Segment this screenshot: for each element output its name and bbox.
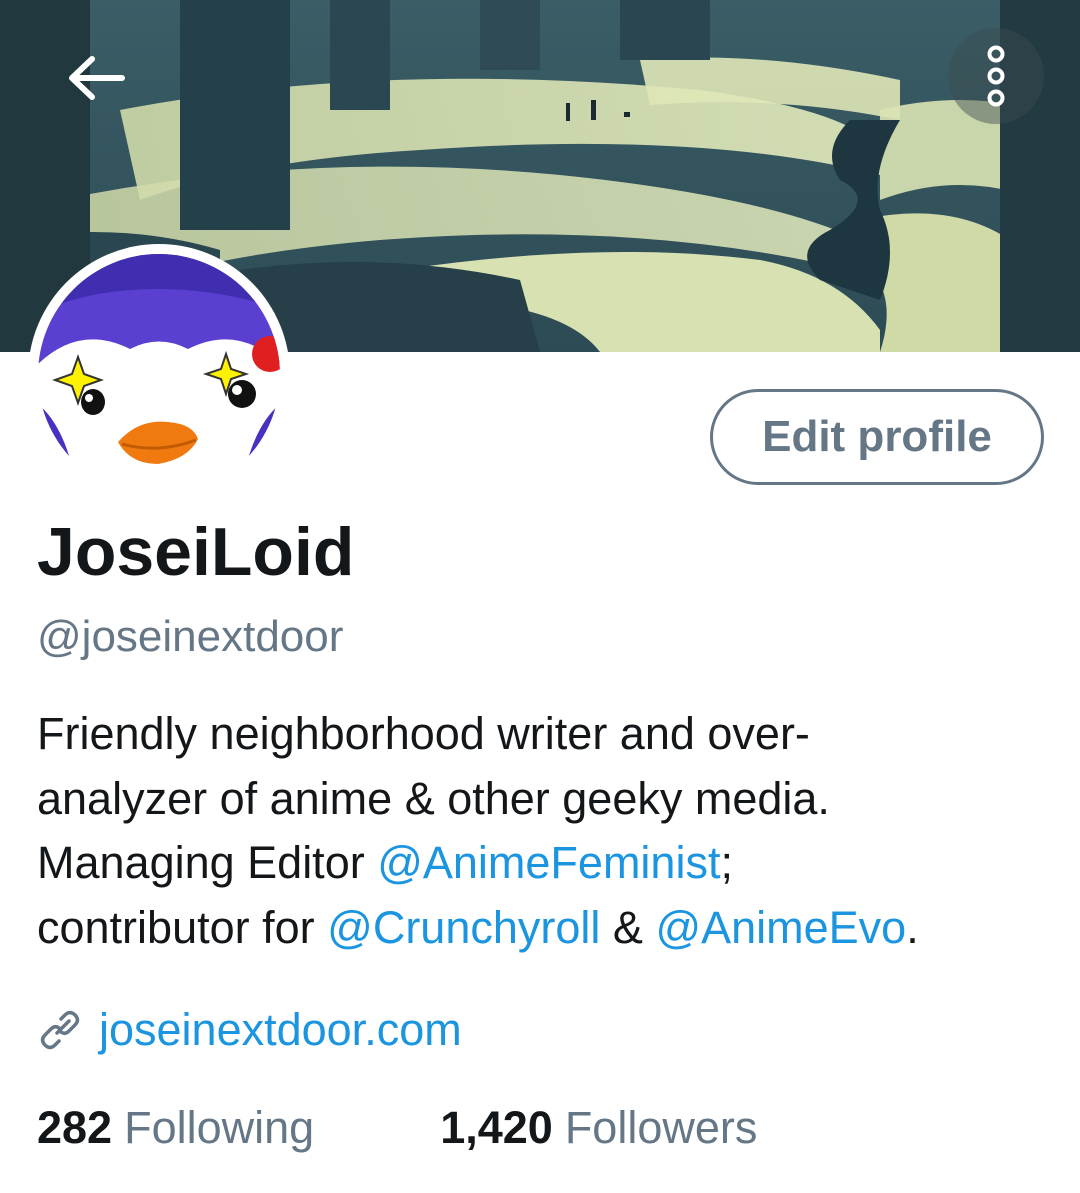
bio-line: Managing Editor @AnimeFeminist; (37, 831, 1047, 896)
bio-line: contributor for @Crunchyroll & @AnimeEvo… (37, 896, 1047, 961)
website-row: joseinextdoor.com (37, 1000, 462, 1060)
user-handle: @joseinextdoor (37, 612, 344, 661)
followers-count: 1,420 (440, 1102, 553, 1153)
edit-profile-button[interactable]: Edit profile (710, 389, 1044, 485)
mention-animefeminist-link[interactable]: @AnimeFeminist (377, 837, 720, 888)
bio-text: . (906, 901, 919, 953)
profile-page: Edit profile JoseiLoid @joseinextdoor Fr… (0, 0, 1080, 1193)
more-options-button[interactable] (948, 28, 1044, 124)
link-icon (37, 1007, 83, 1053)
avatar[interactable] (28, 244, 290, 506)
bio-text: Managing Editor (37, 837, 378, 888)
avatar-image (38, 254, 280, 496)
following-stat[interactable]: 282 Following (37, 1100, 314, 1156)
bio-text: ; (720, 837, 733, 888)
followers-stat[interactable]: 1,420 Followers (440, 1100, 757, 1156)
bio-line: Friendly neighborhood writer and over- (37, 708, 810, 759)
bio-text: contributor for (37, 901, 328, 953)
back-button[interactable] (56, 42, 136, 114)
following-count: 282 (37, 1102, 113, 1153)
mention-animeevo-link[interactable]: @AnimeEvo (655, 902, 906, 953)
vertical-ellipsis-icon (987, 45, 1005, 107)
display-name: JoseiLoid (37, 514, 355, 590)
following-label: Following (124, 1102, 315, 1153)
website-link[interactable]: joseinextdoor.com (99, 1004, 462, 1056)
follow-stats: 282 Following 1,420 Followers (37, 1100, 757, 1156)
arrow-left-icon (69, 56, 125, 100)
mention-crunchyroll-link[interactable]: @Crunchyroll (327, 902, 600, 953)
bio-text: & (600, 901, 656, 953)
followers-label: Followers (564, 1102, 758, 1153)
bio-line: analyzer of anime & other geeky media. (37, 772, 830, 824)
profile-bio: Friendly neighborhood writer and over- a… (37, 702, 1047, 960)
